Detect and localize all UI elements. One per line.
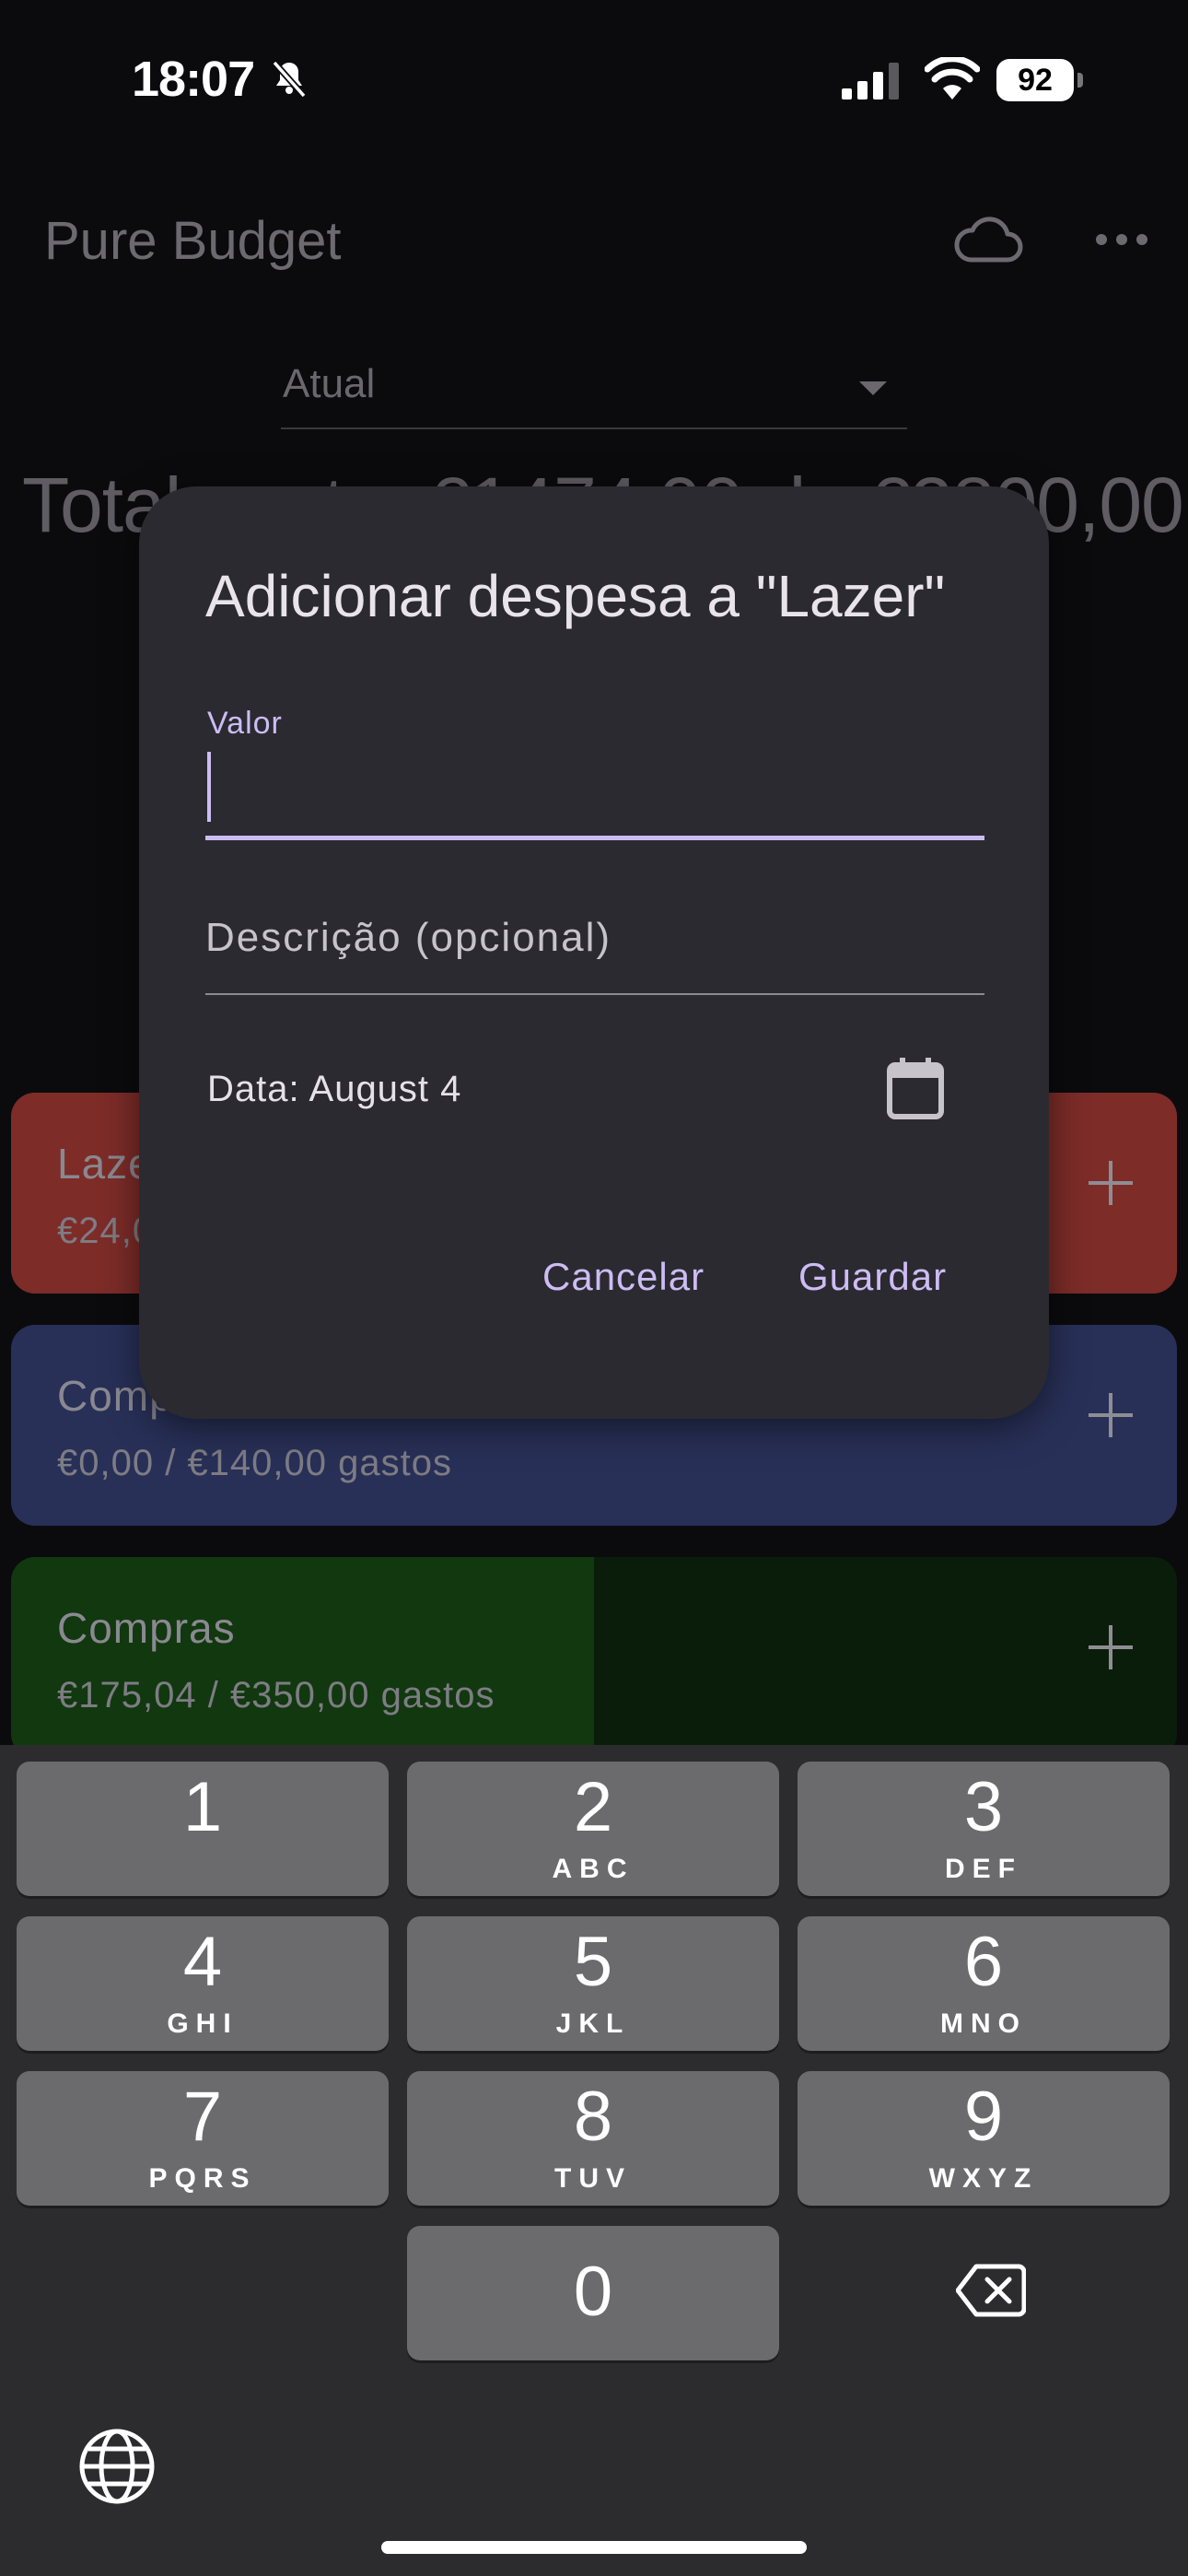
dialog-title: Adicionar despesa a "Lazer" [205, 563, 946, 629]
app-title: Pure Budget [44, 211, 342, 271]
battery-indicator: 92 [996, 59, 1083, 101]
key-letters: DEF [945, 1854, 1022, 1884]
plus-icon[interactable] [1087, 1623, 1135, 1671]
category-amount: €0,00 / €140,00 gastos [57, 1443, 452, 1483]
globe-icon[interactable] [77, 2427, 157, 2506]
key-letters: GHI [167, 2008, 239, 2039]
plus-icon[interactable] [1087, 1159, 1135, 1207]
key-digit: 0 [573, 2253, 613, 2331]
cellular-signal-icon [842, 63, 899, 100]
battery-tip [1077, 73, 1083, 88]
save-button[interactable]: Guardar [798, 1255, 947, 1299]
key-1[interactable]: 1 [17, 1762, 389, 1896]
status-time: 18:07 [132, 52, 255, 107]
key-3[interactable]: 3 DEF [798, 1762, 1170, 1896]
wifi-icon [925, 57, 980, 100]
key-letters: WXYZ [928, 2163, 1039, 2194]
key-4[interactable]: 4 GHI [17, 1916, 389, 2051]
text-cursor [207, 752, 211, 822]
key-letters: TUV [554, 2163, 632, 2194]
key-digit: 6 [963, 1923, 1004, 2001]
key-letters: PQRS [148, 2163, 257, 2194]
key-letters: MNO [940, 2008, 1027, 2039]
key-digit: 9 [963, 2078, 1004, 2156]
category-name: Compras [57, 1604, 236, 1652]
key-5[interactable]: 5 JKL [407, 1916, 779, 2051]
key-8[interactable]: 8 TUV [407, 2071, 779, 2206]
dropdown-arrow-icon [859, 381, 887, 395]
backspace-icon[interactable] [956, 2263, 1026, 2318]
key-9[interactable]: 9 WXYZ [798, 2071, 1170, 2206]
bell-off-icon [272, 60, 307, 99]
key-digit: 7 [182, 2078, 223, 2156]
category-amount: €175,04 / €350,00 gastos [57, 1675, 495, 1715]
plus-icon[interactable] [1087, 1391, 1135, 1439]
key-digit: 2 [573, 1768, 613, 1846]
key-digit: 3 [963, 1768, 1004, 1846]
card-progress-fill [11, 1557, 594, 1758]
category-card-compras-green[interactable]: Compras €175,04 / €350,00 gastos [11, 1557, 1177, 1758]
date-label: Data: August 4 [207, 1069, 462, 1109]
key-2[interactable]: 2 ABC [407, 1762, 779, 1896]
description-input[interactable] [205, 883, 984, 995]
status-bar: 18:07 92 [0, 0, 1188, 157]
cloud-icon[interactable] [952, 214, 1024, 265]
valor-input[interactable] [205, 748, 984, 840]
valor-label: Valor [207, 706, 283, 741]
key-6[interactable]: 6 MNO [798, 1916, 1170, 2051]
calendar-icon[interactable] [885, 1056, 946, 1120]
key-digit: 1 [182, 1768, 223, 1846]
period-value: Atual [283, 361, 376, 406]
period-dropdown[interactable]: Atual [281, 350, 907, 429]
cancel-button[interactable]: Cancelar [542, 1255, 705, 1299]
key-0[interactable]: 0 [407, 2226, 779, 2360]
add-expense-dialog: Adicionar despesa a "Lazer" Valor Data: … [139, 486, 1049, 1419]
key-letters: ABC [552, 1854, 635, 1884]
battery-level: 92 [996, 59, 1074, 101]
key-digit: 5 [573, 1923, 613, 2001]
home-indicator[interactable] [381, 2541, 807, 2554]
key-letters: JKL [555, 2008, 631, 2039]
more-options-icon[interactable] [1094, 228, 1149, 251]
key-7[interactable]: 7 PQRS [17, 2071, 389, 2206]
key-digit: 8 [573, 2078, 613, 2156]
key-digit: 4 [182, 1923, 223, 2001]
